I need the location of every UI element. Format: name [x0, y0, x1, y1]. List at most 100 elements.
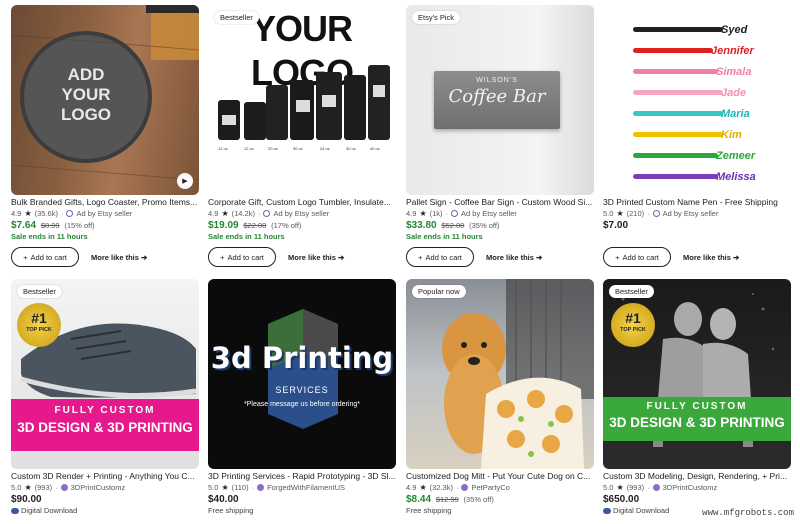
- rating-value: 4.9: [208, 209, 219, 218]
- services-note: *Please message us before ordering*: [244, 401, 360, 408]
- shop-name[interactable]: ForgedWithFilamentUS: [267, 482, 345, 493]
- product-card[interactable]: WILSON'S Coffee Bar Etsy's Pick Pallet S…: [406, 5, 594, 267]
- product-image[interactable]: #1 TOP PICK FULLY CUSTOM 3D DESIGN & 3D …: [11, 279, 199, 469]
- product-card[interactable]: 3d Printing SERVICES *Please message us …: [208, 279, 396, 516]
- svg-text:24 oz: 24 oz: [320, 146, 330, 151]
- play-video-icon[interactable]: ▶: [177, 173, 193, 189]
- banner-line-2: 3D DESIGN & 3D PRINTING: [609, 415, 785, 430]
- add-to-cart-button[interactable]: + Add to cart: [208, 247, 276, 267]
- product-title[interactable]: Custom 3D Render + Printing - Anything Y…: [11, 471, 199, 482]
- original-price: $12.99: [435, 495, 459, 504]
- product-image[interactable]: WILSON'S Coffee Bar Etsy's Pick: [406, 5, 594, 195]
- discount-label: (35% off): [463, 495, 494, 504]
- product-card[interactable]: #1 TOP PICK FULLY CUSTOM 3D DESIGN & 3D …: [11, 279, 199, 516]
- shop-name[interactable]: PetPartyCo: [471, 482, 509, 493]
- pen-item: Zemeer: [633, 145, 783, 166]
- review-count: (32.3k): [429, 483, 453, 492]
- top-pick-seal: #1 TOP PICK: [17, 303, 61, 347]
- services-heading: 3d Printing: [210, 341, 394, 375]
- separator-dot: ·: [455, 483, 459, 492]
- sale-ends-note: Sale ends in 11 hours: [208, 232, 285, 241]
- seal-label: TOP PICK: [26, 327, 52, 333]
- discount-label: (17% off): [271, 221, 302, 230]
- product-card[interactable]: #1 TOP PICK FULLY CUSTOM 3D DESIGN & 3D …: [603, 279, 791, 516]
- pen-name: Jade: [721, 86, 747, 99]
- star-icon: ★: [221, 483, 229, 492]
- star-icon: ★: [419, 483, 427, 492]
- product-card[interactable]: Syed Jennifer Simala Jade Maria Kim Zeme…: [603, 5, 791, 267]
- pen-name: Jennifer: [711, 44, 754, 57]
- wood-sign: WILSON'S Coffee Bar: [434, 71, 560, 129]
- star-icon: ★: [24, 483, 32, 492]
- coaster-text-line: LOGO: [60, 105, 112, 124]
- ad-info-icon[interactable]: [66, 210, 74, 217]
- discount-label: (15% off): [64, 221, 95, 230]
- product-image[interactable]: ADD YOUR LOGO ▶: [11, 5, 199, 195]
- product-image[interactable]: #1 TOP PICK FULLY CUSTOM 3D DESIGN & 3D …: [603, 279, 791, 469]
- product-card[interactable]: Popular now Customized Dog Mitt - Put Yo…: [406, 279, 594, 516]
- star-icon: ★: [24, 209, 32, 218]
- product-image[interactable]: 3d Printing SERVICES *Please message us …: [208, 279, 396, 469]
- plus-icon: +: [418, 252, 423, 262]
- product-card[interactable]: YOUR LOGO 12 oz 12 oz 20 oz 30 oz 24 oz 30 o…: [208, 5, 396, 267]
- add-to-cart-button[interactable]: + Add to cart: [11, 247, 79, 267]
- arrow-right-icon: ➔: [338, 252, 345, 262]
- svg-text:20 oz: 20 oz: [268, 146, 278, 151]
- plus-icon: +: [615, 252, 620, 262]
- product-title[interactable]: Bulk Branded Gifts, Logo Coaster, Promo …: [11, 197, 199, 208]
- dog-mitt-illustration: [442, 279, 594, 469]
- sale-price: $8.44: [406, 494, 432, 505]
- more-like-this-link[interactable]: More like this ➔: [91, 253, 147, 262]
- more-like-this-link[interactable]: More like this ➔: [683, 253, 739, 262]
- separator-dot: ·: [60, 209, 64, 218]
- rating-value: 5.0: [11, 483, 22, 492]
- price: $40.00: [208, 494, 239, 505]
- price-row: $8.44 $12.99 (35% off): [406, 493, 594, 506]
- product-title[interactable]: 3D Printing Services - Rapid Prototyping…: [208, 471, 396, 482]
- sign-owner-text: WILSON'S: [476, 77, 518, 84]
- more-like-this-link[interactable]: More like this ➔: [486, 253, 542, 262]
- add-to-cart-label: Add to cart: [30, 252, 67, 262]
- coaster-text-line: ADD: [67, 65, 105, 84]
- product-image[interactable]: Syed Jennifer Simala Jade Maria Kim Zeme…: [603, 5, 791, 195]
- shop-name[interactable]: 3DPrintCustomz: [71, 482, 126, 493]
- star-icon: ★: [419, 209, 427, 218]
- coaster-text-line: YOUR: [61, 85, 111, 104]
- shop-name[interactable]: 3DPrintCustomz: [663, 482, 718, 493]
- shop-avatar-icon: [257, 484, 265, 491]
- rating-value: 4.9: [406, 209, 417, 218]
- product-image[interactable]: Popular now: [406, 279, 594, 469]
- product-title[interactable]: Custom 3D Modeling, Design, Rendering, +…: [603, 471, 791, 482]
- ad-info-icon[interactable]: [652, 210, 660, 217]
- rating-value: 5.0: [603, 483, 614, 492]
- promo-banner: FULLY CUSTOM 3D DESIGN & 3D PRINTING: [603, 397, 791, 441]
- digital-download-label: Digital Download: [21, 506, 78, 515]
- ad-info-icon[interactable]: [451, 210, 459, 217]
- star-icon: ★: [616, 209, 624, 218]
- add-to-cart-button[interactable]: + Add to cart: [603, 247, 671, 267]
- product-title[interactable]: Corporate Gift, Custom Logo Tumbler, Ins…: [208, 197, 396, 208]
- services-subheading: SERVICES: [275, 385, 329, 395]
- svg-text:30 oz: 30 oz: [293, 146, 303, 151]
- product-image[interactable]: YOUR LOGO 12 oz 12 oz 20 oz 30 oz 24 oz 30 o…: [208, 5, 396, 195]
- rating-row: 5.0 ★ (210) · Ad by Etsy seller: [603, 208, 791, 219]
- more-like-this-link[interactable]: More like this ➔: [288, 253, 344, 262]
- banner-line-2: 3D DESIGN & 3D PRINTING: [17, 420, 193, 435]
- seal-rank: #1: [31, 310, 47, 326]
- product-card[interactable]: ADD YOUR LOGO ▶ Bulk Branded Gifts, Logo…: [11, 5, 199, 267]
- badge-etsys-pick: Etsy's Pick: [412, 11, 461, 24]
- digital-download-row: Digital Download: [11, 506, 199, 516]
- rating-value: 5.0: [208, 483, 219, 492]
- more-like-this-label: More like this: [486, 252, 534, 262]
- product-title[interactable]: Customized Dog Mitt - Put Your Cute Dog …: [406, 471, 594, 482]
- svg-text:12 oz: 12 oz: [244, 146, 254, 151]
- add-to-cart-label: Add to cart: [622, 252, 659, 262]
- badge-bestseller: Bestseller: [214, 11, 259, 24]
- plus-icon: +: [220, 252, 225, 262]
- add-to-cart-button[interactable]: + Add to cart: [406, 247, 474, 267]
- tumblers-illustration: 12 oz 12 oz 20 oz 30 oz 24 oz 30 oz 40 oz: [218, 65, 390, 151]
- product-title[interactable]: 3D Printed Custom Name Pen - Free Shippi…: [603, 197, 791, 208]
- svg-text:12 oz: 12 oz: [218, 146, 228, 151]
- product-title[interactable]: Pallet Sign - Coffee Bar Sign - Custom W…: [406, 197, 594, 208]
- ad-info-icon[interactable]: [263, 210, 271, 217]
